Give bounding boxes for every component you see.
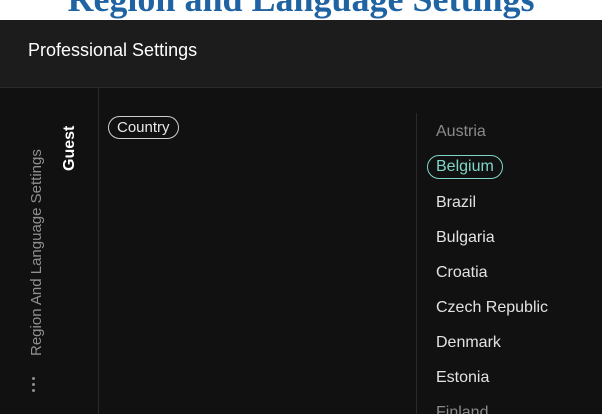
page-title: Professional Settings bbox=[28, 40, 198, 60]
banner-heading: Region and Language Settings bbox=[0, 0, 602, 20]
breadcrumb-current: Guest bbox=[61, 125, 78, 171]
country-list: Austria Belgium Brazil Bulgaria Croatia … bbox=[416, 113, 602, 414]
country-option[interactable]: Finland bbox=[436, 404, 488, 414]
breadcrumb-parent[interactable]: Region And Language Settings bbox=[28, 149, 45, 356]
tv-settings-screen: Professional Settings Region And Languag… bbox=[0, 20, 602, 414]
country-option[interactable]: Croatia bbox=[436, 264, 488, 282]
country-option[interactable]: Czech Republic bbox=[436, 299, 548, 317]
menu-item-country[interactable]: Country bbox=[108, 116, 179, 139]
country-option[interactable]: Bulgaria bbox=[436, 229, 495, 247]
vertical-dots-icon[interactable] bbox=[31, 377, 37, 397]
breadcrumb: Region And Language Settings Guest bbox=[0, 88, 99, 414]
country-option[interactable]: Austria bbox=[436, 123, 486, 141]
country-option[interactable]: Brazil bbox=[436, 194, 476, 212]
country-option-selected[interactable]: Belgium bbox=[427, 155, 503, 179]
top-banner: Region and Language Settings bbox=[0, 0, 602, 20]
country-option[interactable]: Denmark bbox=[436, 334, 501, 352]
country-option[interactable]: Estonia bbox=[436, 369, 489, 387]
header-bar: Professional Settings bbox=[0, 20, 602, 88]
